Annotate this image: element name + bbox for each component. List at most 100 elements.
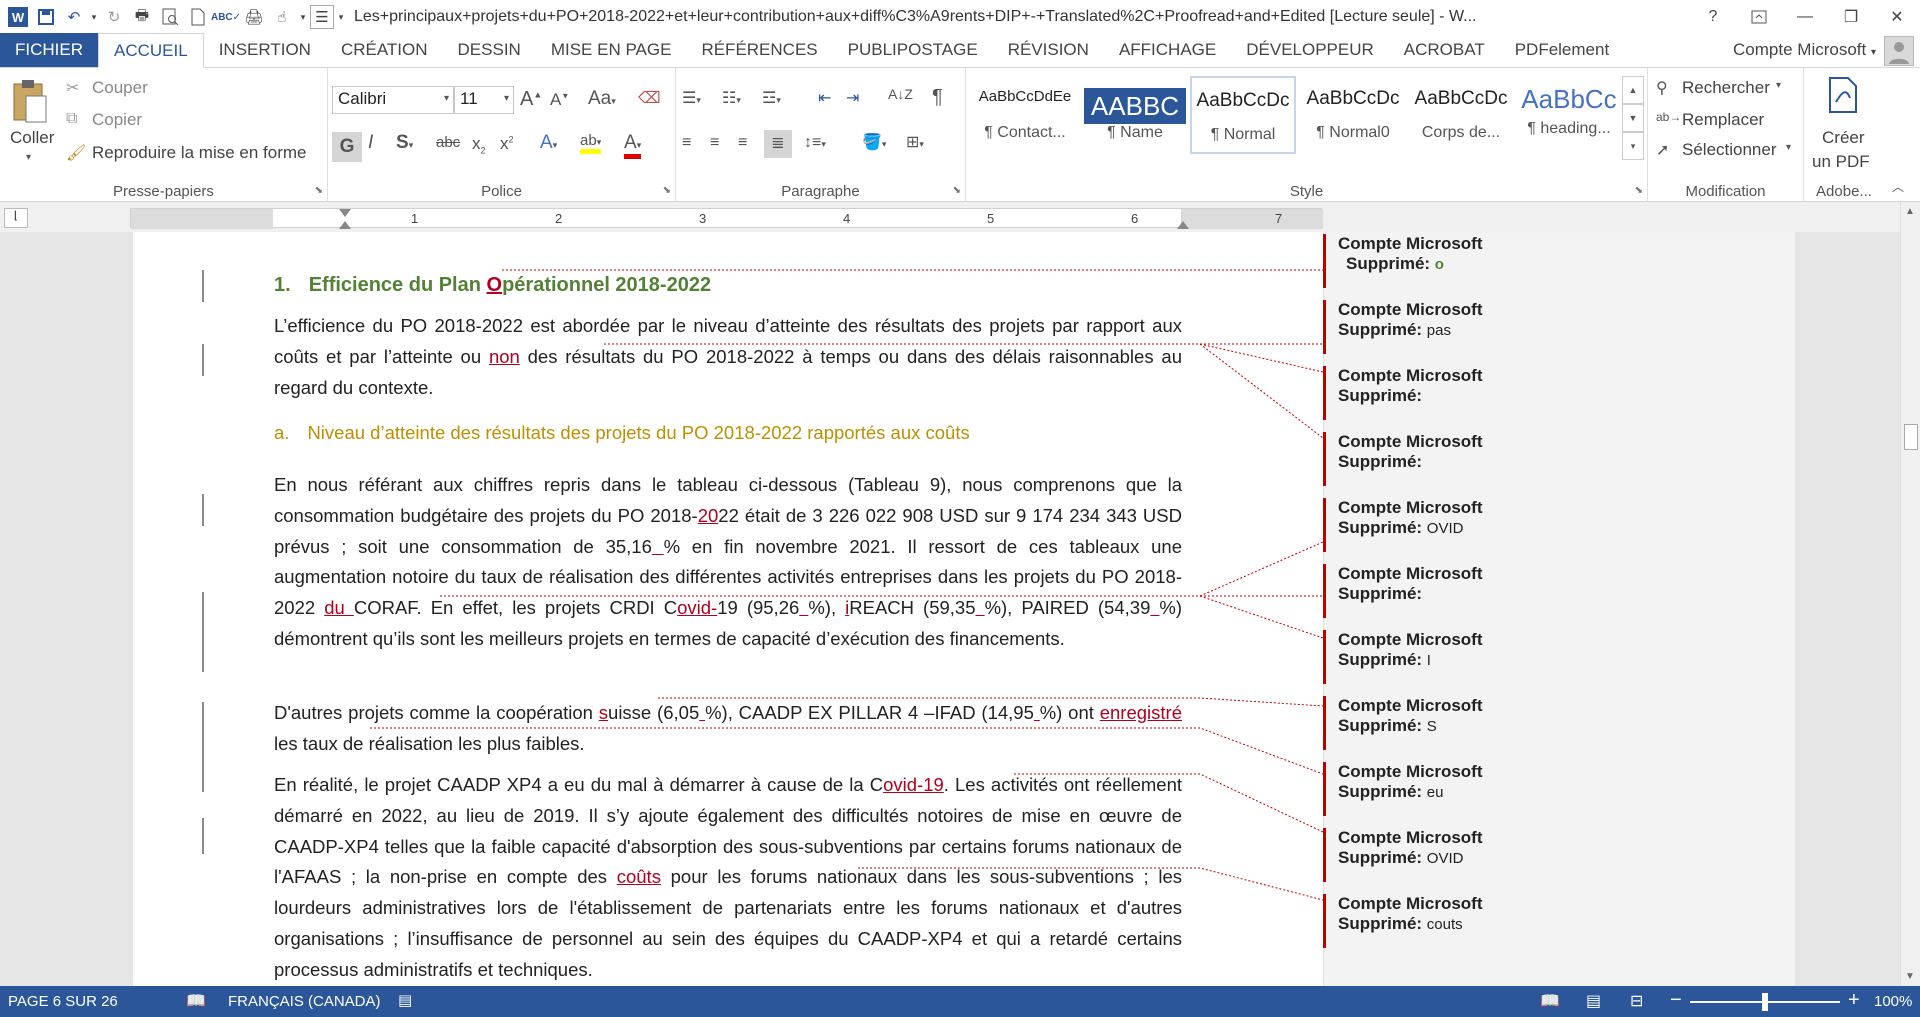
page-indicator[interactable]: PAGE 6 SUR 26 — [8, 993, 118, 1010]
shrink-font-icon[interactable]: A▼ — [550, 90, 569, 110]
align-center-icon[interactable]: ≡ — [710, 134, 719, 152]
style-normal0[interactable]: AaBbCcDc ¶ Normal0 — [1300, 76, 1406, 154]
styles-scroll-up-icon[interactable]: ▲ — [1622, 76, 1644, 104]
find-button[interactable]: Rechercher — [1682, 78, 1770, 98]
align-right-icon[interactable]: ≡ — [738, 134, 747, 152]
revision-balloon[interactable]: Compte Microsoft Supprimé: OVID — [1323, 498, 1503, 552]
document-area[interactable]: 1. Efficience du Plan Opérationnel 2018-2… — [0, 232, 1900, 986]
language-indicator[interactable]: FRANÇAIS (CANADA) — [228, 993, 381, 1010]
scroll-up-icon[interactable]: ▲ — [1905, 206, 1915, 217]
revision-balloon[interactable]: Compte Microsoft Supprimé: I — [1323, 630, 1503, 684]
tab-insertion[interactable]: INSERTION — [204, 33, 326, 67]
grow-font-icon[interactable]: A▲ — [520, 88, 542, 111]
tab-creation[interactable]: CRÉATION — [326, 33, 443, 67]
tab-mise-en-page[interactable]: MISE EN PAGE — [536, 33, 687, 67]
minimize-icon[interactable]: — — [1782, 0, 1828, 34]
zoom-slider-thumb[interactable] — [1762, 993, 1768, 1011]
tab-revision[interactable]: RÉVISION — [993, 33, 1104, 67]
multilevel-list-icon[interactable]: ☲▾ — [762, 88, 781, 108]
style-heading[interactable]: AaBbCc ¶ heading... — [1516, 76, 1622, 154]
create-pdf-icon[interactable] — [1826, 76, 1860, 114]
macro-record-icon[interactable]: ▤ — [398, 991, 412, 1009]
read-mode-icon[interactable]: 📖 — [1540, 991, 1560, 1011]
styles-more-icon[interactable]: ▾ — [1622, 132, 1644, 160]
increase-indent-icon[interactable]: ⇥ — [846, 88, 859, 108]
avatar[interactable] — [1884, 36, 1914, 66]
customize-icon[interactable]: ▾ — [296, 3, 310, 31]
collapse-ribbon-icon[interactable]: ︿ — [1892, 178, 1904, 195]
superscript-icon[interactable]: x2 — [500, 134, 514, 154]
strikethrough-icon[interactable]: abc — [436, 134, 460, 151]
select-dropdown-icon[interactable]: ▾ — [1786, 142, 1791, 153]
undo-dropdown-icon[interactable]: ▾ — [88, 3, 100, 31]
spelling-icon[interactable]: ABC✓ — [211, 3, 241, 31]
redo-icon[interactable]: ↻ — [100, 3, 128, 31]
font-launcher-icon[interactable]: ⬊ — [663, 185, 671, 196]
style-normal[interactable]: AaBbCcDc ¶ Normal — [1190, 76, 1296, 154]
replace-button[interactable]: Remplacer — [1682, 110, 1764, 130]
print-layout-view-icon[interactable]: ▤ — [1586, 991, 1601, 1011]
tab-accueil[interactable]: ACCUEIL — [98, 33, 204, 68]
paste-icon[interactable] — [10, 78, 54, 126]
customize-dropdown-icon[interactable]: ▾ — [334, 3, 348, 31]
scrollbar-thumb[interactable] — [1904, 424, 1918, 450]
tab-pdfelement[interactable]: PDFelement — [1500, 33, 1624, 67]
text-effects-icon[interactable]: A▾ — [540, 132, 557, 154]
paragraph-launcher-icon[interactable]: ⬊ — [953, 185, 961, 196]
clipboard-launcher-icon[interactable]: ⬊ — [315, 185, 323, 196]
numbering-icon[interactable]: ☷▾ — [722, 88, 741, 108]
subscript-icon[interactable]: x2 — [472, 134, 486, 155]
tab-affichage[interactable]: AFFICHAGE — [1104, 33, 1231, 67]
zoom-out-button[interactable]: − — [1670, 989, 1682, 1012]
justify-icon[interactable]: ≣ — [764, 130, 792, 158]
revision-balloon[interactable]: Compte Microsoft Supprimé: pas — [1323, 300, 1503, 354]
copy-button[interactable]: Copier — [92, 110, 142, 130]
style-corps-de[interactable]: AaBbCcDc Corps de... — [1408, 76, 1514, 154]
zoom-in-button[interactable]: + — [1848, 989, 1860, 1012]
decrease-indent-icon[interactable]: ⇤ — [818, 88, 831, 108]
tab-references[interactable]: RÉFÉRENCES — [686, 33, 832, 67]
font-family-select[interactable]: Calibri ▾ — [332, 86, 454, 114]
paste-dropdown-icon[interactable]: ▾ — [26, 152, 31, 163]
word-logo-icon[interactable]: W — [4, 3, 32, 31]
revision-balloon[interactable]: Compte Microsoft Supprimé: OVID — [1323, 828, 1503, 882]
font-color-icon[interactable]: A▾ — [624, 132, 642, 159]
font-size-select[interactable]: 11 ▾ — [454, 86, 514, 114]
revision-balloon[interactable]: Compte Microsoft Supprimé: — [1323, 366, 1503, 420]
revision-balloon[interactable]: Compte Microsoft Supprimé: couts — [1323, 894, 1503, 948]
underline-icon[interactable]: S▾ — [396, 132, 413, 154]
shading-icon[interactable]: 🪣▾ — [862, 132, 886, 152]
tab-selector[interactable]: ⌊ — [4, 208, 28, 228]
change-case-icon[interactable]: Aa▾ — [588, 88, 616, 110]
tab-fichier[interactable]: FICHIER — [0, 33, 98, 67]
italic-icon[interactable]: I — [368, 132, 373, 154]
bullets-icon[interactable]: ☰▾ — [682, 88, 701, 108]
select-button[interactable]: Sélectionner — [1682, 140, 1777, 160]
create-pdf-line1[interactable]: Créer — [1822, 128, 1865, 148]
tab-publipostage[interactable]: PUBLIPOSTAGE — [833, 33, 993, 67]
web-layout-icon[interactable]: ⊟ — [1630, 991, 1643, 1011]
borders-icon[interactable]: ⊞▾ — [906, 132, 924, 152]
highlight-icon[interactable]: ab▾ — [580, 132, 602, 154]
revision-balloon[interactable]: Compte Microsoft Supprimé: S — [1323, 696, 1503, 750]
clear-formatting-icon[interactable]: ⌫ — [638, 88, 661, 108]
undo-icon[interactable]: ↶ — [60, 3, 88, 31]
paste-button[interactable]: Coller — [10, 128, 54, 148]
show-formatting-icon[interactable]: ¶ — [932, 86, 943, 109]
close-icon[interactable]: ✕ — [1874, 0, 1920, 34]
tab-dessin[interactable]: DESSIN — [443, 33, 536, 67]
align-left-icon[interactable]: ≡ — [682, 134, 691, 152]
line-spacing-icon[interactable]: ↕≡▾ — [804, 134, 826, 152]
help-button[interactable]: ? — [1690, 0, 1736, 34]
styles-scroll-down-icon[interactable]: ▼ — [1622, 104, 1644, 132]
preview-icon[interactable] — [156, 3, 184, 31]
style-name-style[interactable]: AABBC ¶ Name — [1082, 76, 1188, 154]
ribbon-display-options-icon[interactable] — [1736, 0, 1782, 34]
cut-button[interactable]: Couper — [92, 78, 148, 98]
vertical-scrollbar[interactable]: ▲ ▼ — [1900, 202, 1920, 986]
scroll-down-icon[interactable]: ▼ — [1905, 971, 1915, 982]
print-icon[interactable]: 🖶 — [128, 3, 156, 31]
tab-developpeur[interactable]: DÉVELOPPEUR — [1231, 33, 1389, 67]
format-painter-button[interactable]: Reproduire la mise en forme — [92, 143, 306, 163]
sort-icon[interactable]: A↓Z — [888, 86, 913, 102]
